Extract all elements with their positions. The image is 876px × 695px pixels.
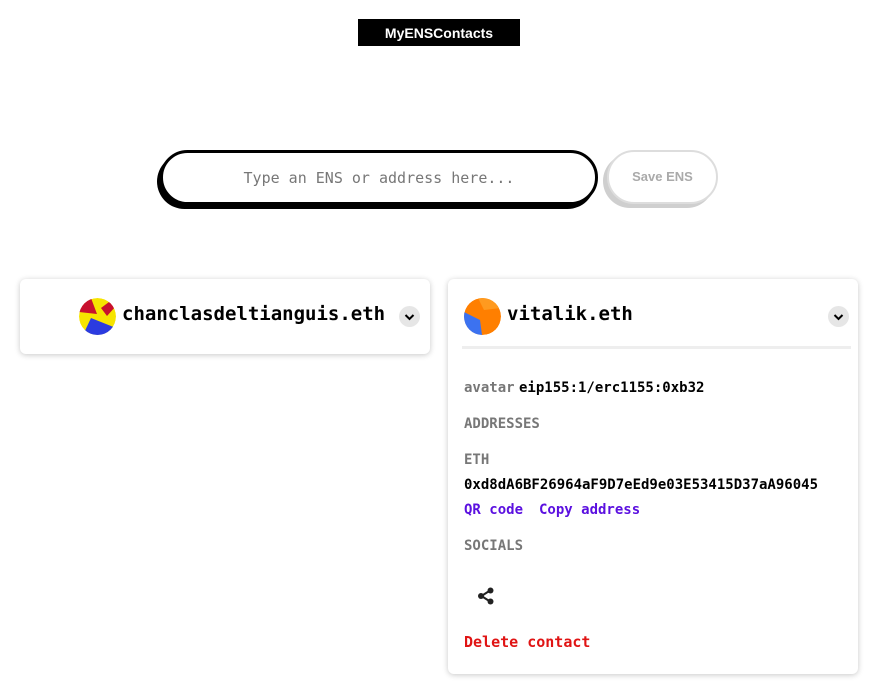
contact-avatar — [464, 298, 501, 335]
chevron-down-icon — [833, 313, 844, 320]
card-divider — [462, 346, 851, 349]
eth-label: ETH — [464, 452, 490, 468]
save-ens-button[interactable]: Save ENS — [607, 150, 718, 204]
avatar-record-label: avatar — [464, 380, 515, 396]
share-icon — [478, 587, 494, 605]
addresses-heading: ADDRESSES — [464, 416, 540, 432]
share-button[interactable] — [474, 584, 498, 608]
socials-heading: SOCIALS — [464, 538, 524, 554]
app-title: MyENSContacts — [358, 19, 520, 46]
contact-card: vitalik.eth avatar eip155:1/erc1155:0xb3… — [448, 279, 858, 674]
eth-address: 0xd8dA6BF26964aF9D7eEd9e03E53415D37aA960… — [464, 477, 819, 493]
copy-address-link[interactable]: Copy address — [539, 502, 640, 518]
qr-code-link[interactable]: QR code — [464, 502, 523, 518]
avatar-record-value: eip155:1/erc1155:0xb32 — [519, 380, 705, 396]
contact-avatar — [79, 298, 116, 335]
collapse-contact-button[interactable] — [828, 306, 849, 327]
delete-contact-button[interactable]: Delete contact — [464, 633, 590, 651]
ens-search-input[interactable] — [160, 150, 598, 205]
expand-contact-button[interactable] — [399, 306, 420, 327]
contact-card: chanclasdeltianguis.eth — [20, 279, 430, 354]
chevron-down-icon — [404, 313, 415, 320]
contact-card-header[interactable]: vitalik.eth — [448, 279, 858, 354]
contact-name: vitalik.eth — [507, 303, 633, 325]
contact-name: chanclasdeltianguis.eth — [122, 303, 386, 325]
contact-card-header[interactable]: chanclasdeltianguis.eth — [20, 279, 430, 354]
